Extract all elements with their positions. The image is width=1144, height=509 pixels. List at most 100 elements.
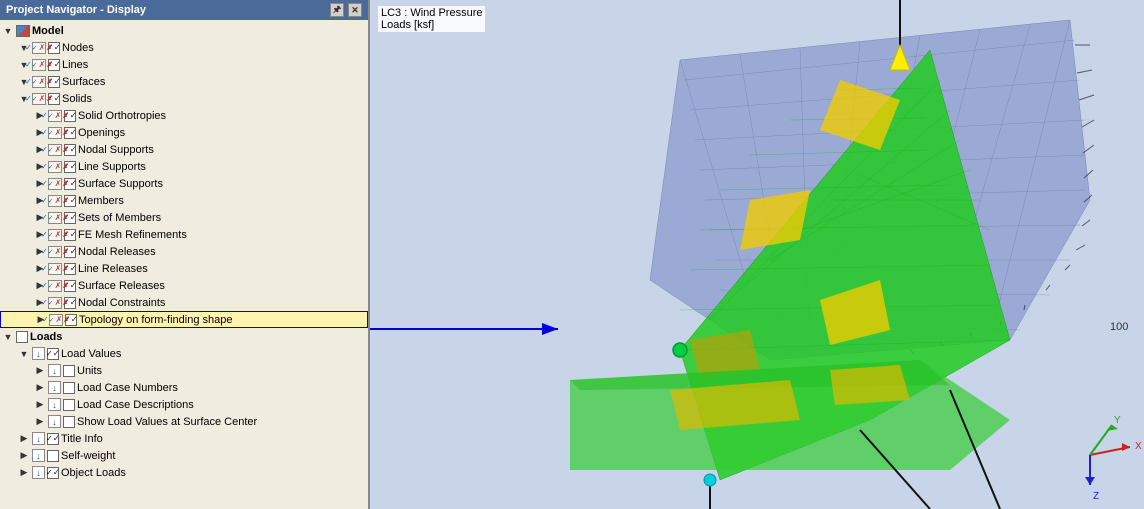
tree-item-topology[interactable]: ▶ ✓✗ ✓ Topology on form-finding shape bbox=[0, 311, 368, 328]
load-icon-show-load-values: ↓ bbox=[48, 415, 61, 428]
tree-item-surfaces[interactable]: ▼ ✓✗ ✓ Surfaces bbox=[0, 73, 368, 90]
tree-item-self-weight[interactable]: ▶ ↓ Self-weight bbox=[0, 447, 368, 464]
tree-item-members[interactable]: ▶ ✓✗ ✓ Members bbox=[0, 192, 368, 209]
check-icon-solids[interactable]: ✓✗ bbox=[32, 93, 46, 105]
label-load-case-numbers: Load Case Numbers bbox=[77, 382, 178, 394]
expander-units[interactable]: ▶ bbox=[32, 363, 48, 379]
check-icon-members[interactable]: ✓✗ bbox=[48, 195, 62, 207]
checkbox-self-weight[interactable] bbox=[47, 450, 59, 462]
tree-item-nodes[interactable]: ▼ ✓✗ ✓ Nodes bbox=[0, 39, 368, 56]
label-surface-supports: Surface Supports bbox=[78, 178, 163, 190]
label-sets-of-members: Sets of Members bbox=[78, 212, 161, 224]
svg-text:X: X bbox=[1135, 441, 1142, 452]
label-nodal-releases: Nodal Releases bbox=[78, 246, 156, 258]
panel-title: Project Navigator - Display bbox=[6, 4, 146, 16]
tree-item-load-values[interactable]: ▼ ↓ ✓ Load Values bbox=[0, 345, 368, 362]
svg-text:Z: Z bbox=[1093, 491, 1099, 502]
label-surfaces: Surfaces bbox=[62, 76, 105, 88]
expander-loads-section[interactable]: ▼ bbox=[0, 329, 16, 345]
label-lines: Lines bbox=[62, 59, 88, 71]
tree-item-loads-section[interactable]: ▼ Loads bbox=[0, 328, 368, 345]
check-icon-fe-mesh[interactable]: ✓✗ bbox=[48, 229, 62, 241]
tree-item-title-info[interactable]: ▶ ↓ ✓ Title Info bbox=[0, 430, 368, 447]
check-icon-line-supports[interactable]: ✓✗ bbox=[48, 161, 62, 173]
check-icon-surfaces[interactable]: ✓✗ bbox=[32, 76, 46, 88]
expander-load-values[interactable]: ▼ bbox=[16, 346, 32, 362]
check-icon-nodal-supports[interactable]: ✓✗ bbox=[48, 144, 62, 156]
tree-item-nodal-releases[interactable]: ▶ ✓✗ ✓ Nodal Releases bbox=[0, 243, 368, 260]
check-icon-nodes[interactable]: ✓✗ bbox=[32, 42, 46, 54]
close-button[interactable]: ✕ bbox=[348, 3, 362, 17]
tree-item-surface-releases[interactable]: ▶ ✓✗ ✓ Surface Releases bbox=[0, 277, 368, 294]
checkbox-show-load-values[interactable] bbox=[63, 416, 75, 428]
svg-text:100: 100 bbox=[1110, 321, 1128, 333]
tree-item-openings[interactable]: ▶ ✓✗ ✓ Openings bbox=[0, 124, 368, 141]
tree-item-nodal-supports[interactable]: ▶ ✓✗ ✓ Nodal Supports bbox=[0, 141, 368, 158]
check-icon-sets-of-members[interactable]: ✓✗ bbox=[48, 212, 62, 224]
expander-load-case-desc[interactable]: ▶ bbox=[32, 397, 48, 413]
tree-container[interactable]: ▼ Model ▼ ✓✗ ✓ Nodes bbox=[0, 20, 368, 509]
label-object-loads: Object Loads bbox=[61, 467, 126, 479]
label-load-case-desc: Load Case Descriptions bbox=[77, 399, 194, 411]
label-model: Model bbox=[32, 25, 64, 37]
tree-item-lines[interactable]: ▼ ✓✗ ✓ Lines bbox=[0, 56, 368, 73]
label-nodal-constraints: Nodal Constraints bbox=[78, 297, 165, 309]
tree-item-line-supports[interactable]: ▶ ✓✗ ✓ Line Supports bbox=[0, 158, 368, 175]
check-icon-solid-ortho[interactable]: ✓✗ bbox=[48, 110, 62, 122]
load-icon-load-values: ↓ bbox=[32, 347, 45, 360]
check-icon-nodal-releases[interactable]: ✓✗ bbox=[48, 246, 62, 258]
panel-header: Project Navigator - Display 🖈 ✕ bbox=[0, 0, 368, 20]
tree-item-fe-mesh[interactable]: ▶ ✓✗ ✓ FE Mesh Refinements bbox=[0, 226, 368, 243]
checkbox-units[interactable] bbox=[63, 365, 75, 377]
expander-title-info[interactable]: ▶ bbox=[16, 431, 32, 447]
tree-item-line-releases[interactable]: ▶ ✓✗ ✓ Line Releases bbox=[0, 260, 368, 277]
tree-item-object-loads[interactable]: ▶ ↓ ✓ Object Loads bbox=[0, 464, 368, 481]
tree-item-show-load-values[interactable]: ▶ ↓ Show Load Values at Surface Center bbox=[0, 413, 368, 430]
viewport-label: LC3 : Wind Pressure Loads [ksf] bbox=[378, 6, 485, 32]
tree-item-load-case-numbers[interactable]: ▶ ↓ Load Case Numbers bbox=[0, 379, 368, 396]
expander-model[interactable]: ▼ bbox=[0, 23, 16, 39]
svg-text:Y: Y bbox=[1114, 415, 1121, 426]
expander-show-load-values[interactable]: ▶ bbox=[32, 414, 48, 430]
check-icon-openings[interactable]: ✓✗ bbox=[48, 127, 62, 139]
label-self-weight: Self-weight bbox=[61, 450, 115, 462]
label-line-releases: Line Releases bbox=[78, 263, 148, 275]
label-units: Units bbox=[77, 365, 102, 377]
checkbox-object-loads[interactable]: ✓ bbox=[47, 467, 59, 479]
label-show-load-values: Show Load Values at Surface Center bbox=[77, 416, 257, 428]
check-icon-topology[interactable]: ✓✗ bbox=[49, 314, 63, 326]
tree-item-nodal-constraints[interactable]: ▶ ✓✗ ✓ Nodal Constraints bbox=[0, 294, 368, 311]
tree-item-model[interactable]: ▼ Model bbox=[0, 22, 368, 39]
tree-item-surface-supports[interactable]: ▶ ✓✗ ✓ Surface Supports bbox=[0, 175, 368, 192]
scene-svg: 100 bbox=[370, 0, 1144, 509]
label-load-values: Load Values bbox=[61, 348, 121, 360]
checkbox-title-info[interactable]: ✓ bbox=[47, 433, 59, 445]
label-openings: Openings bbox=[78, 127, 125, 139]
expander-load-case-numbers[interactable]: ▶ bbox=[32, 380, 48, 396]
pin-button[interactable]: 🖈 bbox=[330, 3, 344, 17]
checkbox-load-values[interactable]: ✓ bbox=[47, 348, 59, 360]
expander-self-weight[interactable]: ▶ bbox=[16, 448, 32, 464]
checkbox-load-case-numbers[interactable] bbox=[63, 382, 75, 394]
check-icon-nodal-constraints[interactable]: ✓✗ bbox=[48, 297, 62, 309]
tree-item-solid-ortho[interactable]: ▶ ✓✗ ✓ Solid Orthotropies bbox=[0, 107, 368, 124]
panel-controls: 🖈 ✕ bbox=[330, 3, 362, 17]
tree-item-sets-of-members[interactable]: ▶ ✓✗ ✓ Sets of Members bbox=[0, 209, 368, 226]
check-icon-surface-releases[interactable]: ✓✗ bbox=[48, 280, 62, 292]
expander-object-loads[interactable]: ▶ bbox=[16, 465, 32, 481]
load-icon-self-weight: ↓ bbox=[32, 449, 45, 462]
label-solids: Solids bbox=[62, 93, 92, 105]
label-loads-section: Loads bbox=[30, 331, 62, 343]
tree-item-units[interactable]: ▶ ↓ Units bbox=[0, 362, 368, 379]
label-nodal-supports: Nodal Supports bbox=[78, 144, 154, 156]
check-icon-surface-supports[interactable]: ✓✗ bbox=[48, 178, 62, 190]
label-surface-releases: Surface Releases bbox=[78, 280, 165, 292]
check-icon-lines[interactable]: ✓✗ bbox=[32, 59, 46, 71]
label-solid-ortho: Solid Orthotropies bbox=[78, 110, 166, 122]
main-window: Project Navigator - Display 🖈 ✕ ▼ Model … bbox=[0, 0, 1144, 509]
label-line-supports: Line Supports bbox=[78, 161, 146, 173]
checkbox-load-case-desc[interactable] bbox=[63, 399, 75, 411]
tree-item-load-case-desc[interactable]: ▶ ↓ Load Case Descriptions bbox=[0, 396, 368, 413]
check-icon-line-releases[interactable]: ✓✗ bbox=[48, 263, 62, 275]
tree-item-solids[interactable]: ▼ ✓✗ ✓ Solids bbox=[0, 90, 368, 107]
